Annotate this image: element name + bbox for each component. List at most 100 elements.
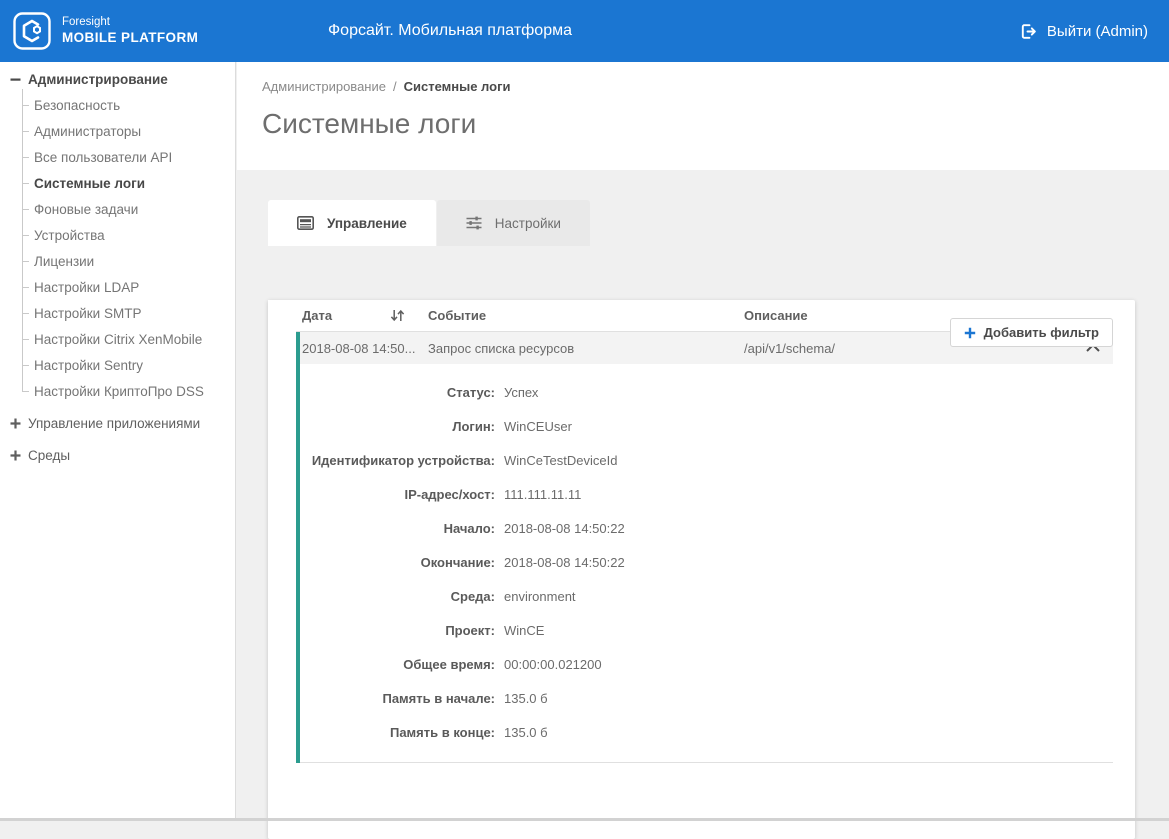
sidebar-item-api-users[interactable]: Все пользователи API — [0, 144, 235, 170]
detail-row-total-time: Общее время: 00:00:00.021200 — [300, 647, 1113, 681]
sidebar-item-licenses[interactable]: Лицензии — [0, 248, 235, 274]
sidebar-item-administrators[interactable]: Администраторы — [0, 118, 235, 144]
detail-value: 2018-08-08 14:50:22 — [504, 555, 625, 570]
main-area: Администрирование / Системные логи Систе… — [237, 62, 1169, 818]
logout-icon — [1020, 23, 1037, 40]
page-title: Системные логи — [262, 108, 1169, 140]
sidebar-section-label: Администрирование — [28, 72, 168, 87]
tab-label: Настройки — [495, 216, 561, 231]
detail-value: 135.0 б — [504, 691, 548, 706]
detail-label: Общее время: — [300, 657, 495, 672]
column-label: Дата — [302, 308, 332, 323]
sidebar-section-environments[interactable]: Среды — [0, 442, 235, 468]
sidebar-item-label: Системные логи — [34, 176, 145, 191]
detail-row-memory-end: Память в конце: 135.0 б — [300, 715, 1113, 749]
sidebar-item-label: Настройки Citrix XenMobile — [34, 332, 202, 347]
detail-row-ip-host: IP-адрес/хост: 111.111.11.11 — [300, 477, 1113, 511]
logout-button[interactable]: Выйти (Admin) — [1020, 0, 1148, 62]
app-title: Форсайт. Мобильная платформа — [328, 0, 572, 62]
tab-bar: Управление Настройки — [268, 200, 1169, 246]
add-filter-button[interactable]: Добавить фильтр — [950, 318, 1113, 347]
log-row-event: Запрос списка ресурсов — [422, 341, 744, 356]
breadcrumb-current: Системные логи — [404, 79, 511, 94]
tab-label: Управление — [327, 216, 407, 231]
column-label: Описание — [744, 308, 808, 323]
detail-row-environment: Среда: environment — [300, 579, 1113, 613]
logo-brand-name: Foresight — [62, 15, 198, 29]
app-header: Foresight MOBILE PLATFORM Форсайт. Мобил… — [0, 0, 1169, 62]
detail-label: IP-адрес/хост: — [300, 487, 495, 502]
sidebar-item-label: Устройства — [34, 228, 105, 243]
sidebar-section-app-management[interactable]: Управление приложениями — [0, 410, 235, 436]
sidebar-item-label: Настройки Sentry — [34, 358, 143, 373]
sort-icon[interactable] — [390, 309, 405, 322]
detail-label: Логин: — [300, 419, 495, 434]
column-header-date[interactable]: Дата — [302, 308, 422, 323]
detail-label: Начало: — [300, 521, 495, 536]
detail-value: 2018-08-08 14:50:22 — [504, 521, 625, 536]
detail-label: Среда: — [300, 589, 495, 604]
sidebar-item-label: Все пользователи API — [34, 150, 172, 165]
sidebar-item-background-tasks[interactable]: Фоновые задачи — [0, 196, 235, 222]
detail-value: 00:00:00.021200 — [504, 657, 602, 672]
column-header-event: Событие — [422, 308, 744, 323]
logout-label: Выйти (Admin) — [1047, 23, 1148, 40]
breadcrumb-separator: / — [393, 79, 397, 94]
detail-label: Окончание: — [300, 555, 495, 570]
detail-value: 135.0 б — [504, 725, 548, 740]
management-tab-panel: Добавить фильтр Дата Событие Описание — [268, 300, 1135, 839]
breadcrumb: Администрирование / Системные логи — [262, 79, 1169, 94]
sliders-icon — [466, 216, 482, 230]
detail-value: Успех — [504, 385, 538, 400]
foresight-logo-icon — [13, 12, 51, 50]
expand-plus-icon — [10, 450, 21, 461]
sidebar-item-security[interactable]: Безопасность — [0, 92, 235, 118]
log-entry-details: Статус: Успех Логин: WinCEUser Идентифик… — [300, 364, 1113, 763]
sidebar: Администрирование Безопасность Администр… — [0, 62, 236, 818]
detail-label: Статус: — [300, 385, 495, 400]
sidebar-item-label: Настройки SMTP — [34, 306, 141, 321]
plus-icon — [964, 327, 976, 339]
logs-table: Дата Событие Описание 2018-08-08 14:50..… — [296, 300, 1113, 763]
collapse-minus-icon — [10, 74, 21, 85]
detail-row-project: Проект: WinCE — [300, 613, 1113, 647]
sidebar-section-administration[interactable]: Администрирование — [0, 66, 235, 92]
sidebar-item-label: Лицензии — [34, 254, 94, 269]
sidebar-section-label: Управление приложениями — [28, 416, 200, 431]
logo: Foresight MOBILE PLATFORM — [13, 12, 198, 50]
detail-row-login: Логин: WinCEUser — [300, 409, 1113, 443]
sidebar-item-label: Настройки LDAP — [34, 280, 139, 295]
sidebar-item-sentry-settings[interactable]: Настройки Sentry — [0, 352, 235, 378]
breadcrumb-parent-link[interactable]: Администрирование — [262, 79, 386, 94]
sidebar-nav: Администрирование Безопасность Администр… — [0, 62, 235, 468]
sidebar-item-smtp-settings[interactable]: Настройки SMTP — [0, 300, 235, 326]
sidebar-item-ldap-settings[interactable]: Настройки LDAP — [0, 274, 235, 300]
add-filter-label: Добавить фильтр — [984, 325, 1099, 340]
detail-label: Память в конце: — [300, 725, 495, 740]
detail-row-memory-start: Память в начале: 135.0 б — [300, 681, 1113, 715]
sidebar-item-label: Настройки КриптоПро DSS — [34, 384, 204, 399]
detail-row-end: Окончание: 2018-08-08 14:50:22 — [300, 545, 1113, 579]
detail-row-device-id: Идентификатор устройства: WinCeTestDevic… — [300, 443, 1113, 477]
sidebar-item-devices[interactable]: Устройства — [0, 222, 235, 248]
detail-label: Проект: — [300, 623, 495, 638]
sidebar-item-citrix-xenmobile-settings[interactable]: Настройки Citrix XenMobile — [0, 326, 235, 352]
sidebar-item-cryptopro-dss-settings[interactable]: Настройки КриптоПро DSS — [0, 378, 235, 404]
expanded-log-entry: 2018-08-08 14:50... Запрос списка ресурс… — [296, 332, 1113, 763]
sidebar-item-label: Безопасность — [34, 98, 120, 113]
detail-value: 111.111.11.11 — [504, 487, 581, 502]
tab-settings[interactable]: Настройки — [437, 200, 590, 246]
column-label: Событие — [428, 308, 486, 323]
detail-value: WinCeTestDeviceId — [504, 453, 617, 468]
sidebar-section-label: Среды — [28, 448, 70, 463]
detail-value: WinCEUser — [504, 419, 572, 434]
detail-label: Идентификатор устройства: — [300, 453, 495, 468]
logo-text: Foresight MOBILE PLATFORM — [62, 15, 198, 46]
sidebar-item-system-logs[interactable]: Системные логи — [0, 170, 235, 196]
detail-value: WinCE — [504, 623, 544, 638]
detail-row-start: Начало: 2018-08-08 14:50:22 — [300, 511, 1113, 545]
log-row-date: 2018-08-08 14:50... — [302, 341, 422, 356]
sidebar-item-label: Фоновые задачи — [34, 202, 138, 217]
list-icon — [297, 216, 314, 230]
tab-management[interactable]: Управление — [268, 200, 436, 246]
